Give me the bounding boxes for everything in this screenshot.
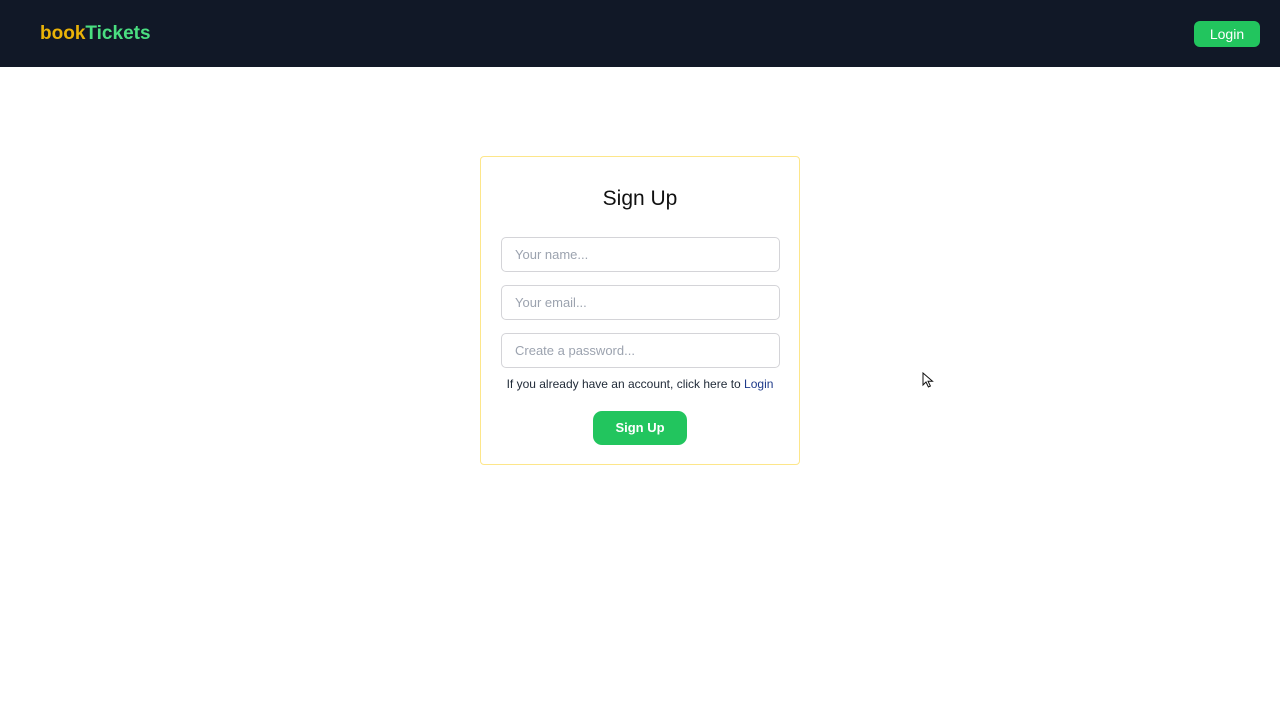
existing-account-text: If you already have an account, click he… [506, 377, 745, 391]
signup-button[interactable]: Sign Up [593, 411, 687, 445]
navbar-login-button[interactable]: Login [1194, 21, 1260, 47]
password-input[interactable] [501, 333, 780, 368]
email-input[interactable] [501, 285, 780, 320]
logo-book-text: book [40, 23, 86, 44]
site-logo[interactable]: bookTickets [40, 22, 151, 46]
mouse-pointer-icon [922, 372, 934, 388]
navbar: bookTickets Login [0, 0, 1280, 67]
signup-title: Sign Up [602, 187, 678, 210]
existing-account-note: If you already have an account, click he… [481, 376, 799, 392]
login-link[interactable]: Login [744, 377, 773, 391]
name-input[interactable] [501, 237, 780, 272]
signup-card: Sign Up If you already have an account, … [480, 156, 800, 465]
logo-tickets-text: Tickets [85, 23, 151, 44]
